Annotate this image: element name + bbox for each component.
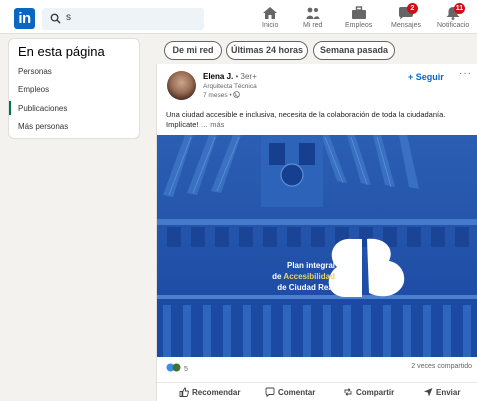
shares-count[interactable]: 2 veces compartido [411, 363, 472, 370]
messaging-badge: 2 [406, 3, 418, 14]
search-value: s [66, 12, 71, 23]
post-time: 7 meses • [203, 92, 232, 99]
reactions[interactable]: 5 [166, 363, 188, 373]
like-label: Recomendar [192, 388, 241, 397]
notifications-badge: 11 [453, 3, 466, 14]
comment-icon [265, 387, 275, 398]
nav-item-label: Mensajes [391, 22, 421, 29]
send-icon [424, 388, 433, 397]
on-this-page-card: En esta página Personas Empleos Publicac… [8, 38, 140, 139]
author-line[interactable]: Elena J. • 3er+ [203, 72, 257, 81]
active-item-marker [9, 101, 11, 115]
repost-button[interactable]: Compartir [343, 387, 394, 397]
image-caption-line1: Plan integral [286, 261, 335, 270]
filter-my-network[interactable]: De mi red [164, 41, 222, 60]
post-meta: 7 meses • [203, 91, 241, 99]
card-title: En esta página [18, 44, 105, 59]
linkedin-logo[interactable]: in [14, 8, 35, 29]
sidebar-item-more-people[interactable]: Más personas [18, 122, 68, 131]
post-text: Una ciudad accesible e inclusiva, necesi… [166, 110, 472, 130]
comment-button[interactable]: Comentar [265, 387, 316, 398]
image-caption-line2-prefix: de [272, 272, 284, 281]
connection-degree: • 3er+ [235, 72, 257, 81]
follow-button[interactable]: + Seguir [408, 72, 444, 82]
send-button[interactable]: Enviar [423, 387, 460, 397]
social-counts: 5 2 veces compartido [157, 360, 477, 374]
search-input[interactable]: s [42, 8, 204, 30]
nav-item-messaging[interactable]: 2 Mensajes [391, 3, 421, 29]
repost-icon [344, 388, 352, 396]
nav-item-label: Notificacio [437, 22, 470, 29]
filter-last-24-hours[interactable]: Últimas 24 horas [226, 41, 308, 60]
see-more-link[interactable]: … más [201, 120, 225, 129]
image-caption-line3: de Ciudad Real [277, 283, 335, 292]
nav-item-home[interactable]: Inicio [262, 6, 278, 29]
nav-item-label: Inicio [262, 22, 279, 29]
my-network-icon [306, 7, 320, 19]
more-options-button[interactable]: ··· [459, 68, 472, 79]
sidebar-item-people[interactable]: Personas [18, 67, 52, 76]
reaction-icons [166, 363, 181, 372]
image-caption-highlight: Accesibilidad [283, 272, 335, 281]
search-icon [50, 13, 61, 24]
image-caption: Plan integral de Accesibilidad de Ciudad… [215, 260, 335, 293]
sidebar-item-jobs[interactable]: Empleos [18, 85, 49, 94]
jobs-icon [351, 6, 366, 19]
building-photo [157, 135, 477, 357]
repost-label: Compartir [356, 388, 395, 397]
post-actions: Recomendar Comentar Compartir Enviar [157, 382, 477, 400]
like-icon [179, 387, 189, 397]
author-headline: Arquitecta Técnica [203, 83, 257, 90]
nav-item-label: Empleos [345, 22, 373, 29]
nav-item-my-network[interactable]: Mi red [303, 6, 322, 29]
nav-item-notifications[interactable]: 11 Notificacio [437, 3, 470, 29]
post-card: Elena J. • 3er+ Arquitecta Técnica 7 mes… [156, 64, 477, 401]
like-button[interactable]: Recomendar [179, 387, 240, 397]
top-navigation-bar: in s Inicio Mi red Empleos 2 Mensajes 11… [0, 0, 477, 34]
filter-past-week[interactable]: Semana pasada [313, 41, 395, 60]
author-name: Elena J. [203, 72, 234, 81]
comment-label: Comentar [278, 388, 316, 397]
avatar[interactable] [167, 71, 196, 100]
nav-item-jobs[interactable]: Empleos [345, 6, 372, 29]
home-icon [263, 7, 278, 19]
globe-icon [233, 91, 241, 98]
send-label: Enviar [436, 388, 461, 397]
post-image[interactable]: Plan integral de Accesibilidad de Ciudad… [157, 135, 477, 357]
reactions-count: 5 [183, 366, 188, 373]
sidebar-item-posts[interactable]: Publicaciones [18, 104, 67, 113]
nav-item-label: Mi red [303, 22, 323, 29]
